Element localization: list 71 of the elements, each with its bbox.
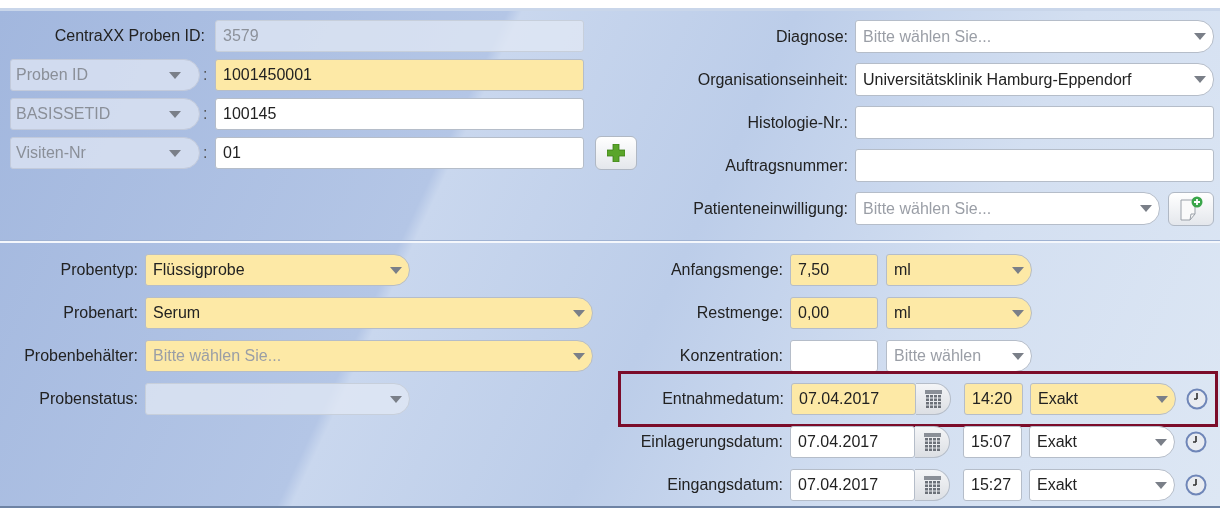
caret-icon: [1012, 309, 1024, 317]
field-label: Entnahmedatum:: [661, 390, 784, 408]
field-label: Probenbehälter:: [23, 347, 138, 365]
caret-icon: [1140, 205, 1152, 212]
dropdown[interactable]: Exakt: [1030, 383, 1176, 415]
dropdown[interactable]: Serum: [145, 297, 593, 329]
calendar-icon: [922, 475, 942, 495]
caret-icon: [1194, 76, 1206, 83]
caret-icon: [169, 110, 181, 118]
clock-icon[interactable]: [1185, 431, 1207, 453]
field-label: Einlagerungsdatum:: [639, 433, 783, 451]
calendar-button[interactable]: [915, 426, 950, 458]
dropdown[interactable]: Exakt: [1029, 469, 1175, 501]
add-document-icon: [1179, 195, 1203, 222]
field-label: Diagnose:: [774, 27, 848, 46]
caret-icon: [390, 395, 402, 403]
caret-icon: [1155, 481, 1167, 489]
field-label: Histologie-Nr.:: [746, 113, 848, 132]
field-label: Organisationseinheit:: [696, 70, 848, 89]
calendar-icon: [923, 389, 943, 409]
field-label: Restmenge:: [695, 304, 783, 322]
field-label: Anfangsmenge:: [669, 261, 783, 279]
field-label: Probenart:: [62, 304, 138, 322]
colon-label: :: [202, 144, 209, 162]
field-label: Patienteneinwilligung:: [692, 199, 848, 218]
caret-icon: [573, 309, 585, 317]
calendar-icon: [922, 432, 942, 452]
calendar-button[interactable]: [915, 469, 950, 501]
field-label: CentraXX Proben ID:: [53, 27, 205, 45]
date-field[interactable]: 07.04.2017: [790, 469, 915, 501]
dropdown[interactable]: ml: [886, 297, 1032, 329]
dropdown[interactable]: ml: [886, 254, 1032, 286]
time-field[interactable]: 15:27: [963, 469, 1022, 501]
dropdown[interactable]: Flüssigprobe: [145, 254, 410, 286]
colon-label: :: [202, 105, 209, 123]
input-field[interactable]: 100145: [215, 98, 584, 130]
caret-icon: [1156, 395, 1168, 403]
calendar-button[interactable]: [916, 383, 951, 415]
field-label: Konzentration:: [678, 347, 783, 365]
dropdown[interactable]: Universitätsklinik Hamburg-Eppendorf: [855, 63, 1214, 96]
caret-icon: [1012, 352, 1024, 360]
field-label: Probenstatus:: [38, 390, 138, 408]
clock-icon[interactable]: [1186, 388, 1208, 410]
add-document-button[interactable]: [1168, 191, 1214, 226]
clock-icon[interactable]: [1185, 474, 1207, 496]
caret-icon: [169, 71, 181, 79]
caret-icon: [573, 352, 585, 360]
date-field[interactable]: 07.04.2017: [791, 383, 916, 415]
date-field[interactable]: 07.04.2017: [790, 426, 915, 458]
colon-label: :: [202, 66, 209, 84]
input-field[interactable]: [790, 340, 878, 372]
add-button[interactable]: [595, 136, 637, 170]
caret-icon: [169, 149, 181, 157]
input-field: 3579: [215, 20, 584, 52]
field-label: Eingangsdatum:: [666, 476, 783, 494]
input-field[interactable]: [855, 106, 1214, 139]
field-label: Auftragsnummer:: [724, 156, 848, 175]
input-field[interactable]: 7,50: [790, 254, 878, 286]
time-field[interactable]: 14:20: [964, 383, 1023, 415]
caret-icon: [1012, 266, 1024, 274]
input-field[interactable]: 1001450001: [215, 59, 584, 91]
dropdown[interactable]: Exakt: [1029, 426, 1175, 458]
time-field[interactable]: 15:07: [963, 426, 1022, 458]
caret-icon: [1194, 33, 1206, 40]
caret-icon: [1155, 438, 1167, 446]
plus-icon: [607, 144, 625, 162]
field-label: Probentyp:: [59, 261, 138, 279]
caret-icon: [390, 266, 402, 274]
input-field[interactable]: 0,00: [790, 297, 878, 329]
input-field[interactable]: [855, 149, 1214, 182]
input-field[interactable]: 01: [215, 137, 584, 169]
